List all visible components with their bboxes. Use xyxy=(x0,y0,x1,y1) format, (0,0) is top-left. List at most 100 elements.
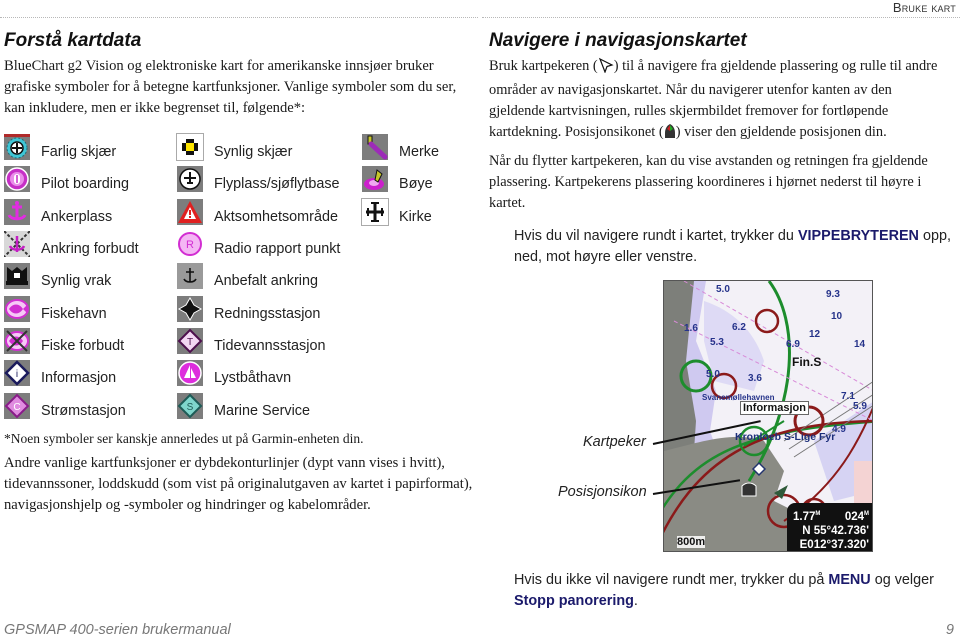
symbol-item: Fiskehavn xyxy=(4,292,139,324)
depth-sounding: 6.9 xyxy=(786,339,800,350)
beacon-icon xyxy=(362,134,388,161)
rescue-station-icon xyxy=(177,295,203,322)
symbol-item: C Strømstasjon xyxy=(4,389,139,421)
anchorage-icon xyxy=(4,198,30,225)
paragraph-text: ) viser den gjeldende posisjonen din. xyxy=(675,124,887,140)
svg-text:C: C xyxy=(13,402,20,413)
svg-text:S: S xyxy=(187,402,194,413)
symbol-item: Synlig skjær xyxy=(176,131,340,163)
symbol-footnote: *Noen symboler ser kanskje annerledes ut… xyxy=(4,431,364,446)
symbol-label: Kirke xyxy=(399,208,432,225)
symbol-item: Lystbåthavn xyxy=(177,357,340,389)
paragraph-text: Bruk kartpekeren ( xyxy=(489,58,598,74)
no-anchoring-icon xyxy=(4,231,30,258)
position-icon xyxy=(664,123,676,146)
marine-service-icon: S xyxy=(177,392,203,419)
buoy-icon xyxy=(362,166,388,193)
radio-report-point-icon: R xyxy=(177,231,203,258)
symbol-label: Aktsomhetsområde xyxy=(214,208,338,225)
svg-text:i: i xyxy=(16,369,18,380)
symbol-item: Merke xyxy=(362,131,439,163)
map-pointer-callout: Kartpeker xyxy=(583,434,646,450)
visible-rock-icon xyxy=(176,133,204,162)
marina-icon xyxy=(177,360,203,387)
menu-key: MENU xyxy=(828,572,871,588)
symbol-item: R Radio rapport punkt xyxy=(177,228,340,260)
symbol-item: T Tidevannsstasjon xyxy=(177,325,340,357)
navigation-chart-map[interactable]: 5.0 9.3 10 1.6 6.2 12 5.3 6.9 14 5.0 3.6… xyxy=(663,280,873,552)
symbol-item: Kirke xyxy=(361,196,439,228)
symbol-label: Synlig vrak xyxy=(41,273,112,290)
fishing-harbor-icon xyxy=(4,295,30,322)
symbol-label: Flyplass/sjøflytbase xyxy=(214,176,340,193)
pilot-boarding-icon xyxy=(4,166,30,193)
instruction-text: Hvis du vil navigere rundt i kartet, try… xyxy=(514,228,798,244)
symbol-column-3: Merke Bøye Kirke xyxy=(361,131,439,228)
symbol-label: Pilot boarding xyxy=(41,176,130,193)
information-icon: i xyxy=(4,360,30,387)
svg-text:T: T xyxy=(187,337,193,348)
caution-area-icon xyxy=(177,198,203,225)
instruction-text: Hvis du ikke vil navigere rundt mer, try… xyxy=(514,572,829,588)
symbol-label: Ankring forbudt xyxy=(41,241,139,258)
symbol-label: Lystbåthavn xyxy=(214,370,292,387)
symbol-item: Farlig skjær xyxy=(4,131,139,163)
map-info-label[interactable]: Informasjon xyxy=(740,401,809,415)
depth-sounding: 5.0 xyxy=(716,284,730,295)
intro-paragraph: BlueChart g2 Vision og elektroniske kart… xyxy=(4,58,457,116)
rocker-instruction: Hvis du vil navigere rundt i kartet, try… xyxy=(514,226,959,268)
depth-sounding: 3.6 xyxy=(748,373,762,384)
symbol-column-2: Synlig skjær Flyplass/sjøflytbase Aktsom… xyxy=(176,131,340,422)
bearing-value: 024 xyxy=(844,510,864,523)
symbol-item: Bøye xyxy=(362,163,439,195)
depth-sounding: 12 xyxy=(809,329,821,340)
bearing-unit: M xyxy=(864,511,869,517)
symbol-item: S Marine Service xyxy=(177,389,340,421)
distance-unit: M xyxy=(815,511,821,517)
pointer-coordinates-readout: 1.77M 024M N 55°42.736' E012°37.320' xyxy=(787,503,872,551)
symbol-item: Anbefalt ankring xyxy=(177,260,340,292)
depth-sounding: 9.3 xyxy=(826,289,840,300)
symbol-item: Flyplass/sjøflytbase xyxy=(177,163,340,195)
symbol-label: Marine Service xyxy=(214,402,310,419)
symbol-item: i Informasjon xyxy=(4,357,139,389)
airport-icon xyxy=(177,166,203,193)
symbol-label: Fiske forbudt xyxy=(41,337,125,354)
no-fishing-icon xyxy=(4,327,30,354)
instruction-text: og velger xyxy=(870,572,934,588)
symbol-label: Ankerplass xyxy=(41,208,113,225)
symbol-label: Merke xyxy=(399,144,439,161)
symbol-label: Radio rapport punkt xyxy=(214,241,341,258)
depth-sounding: 10 xyxy=(831,311,843,322)
current-station-icon: C xyxy=(4,392,30,419)
instruction-text: . xyxy=(633,593,638,609)
navigation-paragraph: Bruk kartpekeren () til å navigere fra g… xyxy=(489,56,949,146)
map-pointer-icon xyxy=(598,57,614,80)
symbol-label: Strømstasjon xyxy=(41,402,126,419)
symbol-item: Aktsomhetsområde xyxy=(177,196,340,228)
section-header: Bruke kart xyxy=(892,0,956,15)
position-icon-callout: Posisjonsikon xyxy=(558,484,647,500)
depth-sounding: 5.3 xyxy=(710,337,724,348)
header-rule-left xyxy=(0,17,478,18)
manual-title-footer: GPSMAP 400-serien brukermanual xyxy=(4,622,231,638)
dangerous-rock-icon xyxy=(4,134,30,161)
stop-panning-option: Stopp panorering xyxy=(514,593,634,609)
recommended-anchorage-icon xyxy=(177,263,203,290)
longitude-value: E012°37.320' xyxy=(799,538,869,551)
symbol-label: Anbefalt ankring xyxy=(214,273,319,290)
symbol-label: Tidevannsstasjon xyxy=(214,337,326,354)
pointer-distance-paragraph: Når du flytter kartpekeren, kan du vise … xyxy=(489,153,928,211)
symbol-label: Fiskehavn xyxy=(41,305,107,322)
map-lighthouse-label: Kronloeb S-Lige Fyr xyxy=(735,431,836,443)
svg-text:R: R xyxy=(186,239,194,251)
symbol-item: Pilot boarding xyxy=(4,163,139,195)
symbol-item: Redningsstasjon xyxy=(177,292,340,324)
depth-sounding: 5.0 xyxy=(706,369,720,380)
symbol-label: Farlig skjær xyxy=(41,144,117,161)
rocker-key: VIPPEBRYTEREN xyxy=(797,228,919,244)
other-features-paragraph: Andre vanlige kartfunksjoner er dybdekon… xyxy=(4,455,473,513)
depth-sounding: 6.2 xyxy=(732,322,746,333)
symbol-label: Informasjon xyxy=(41,370,117,387)
depth-sounding: 14 xyxy=(854,339,866,350)
